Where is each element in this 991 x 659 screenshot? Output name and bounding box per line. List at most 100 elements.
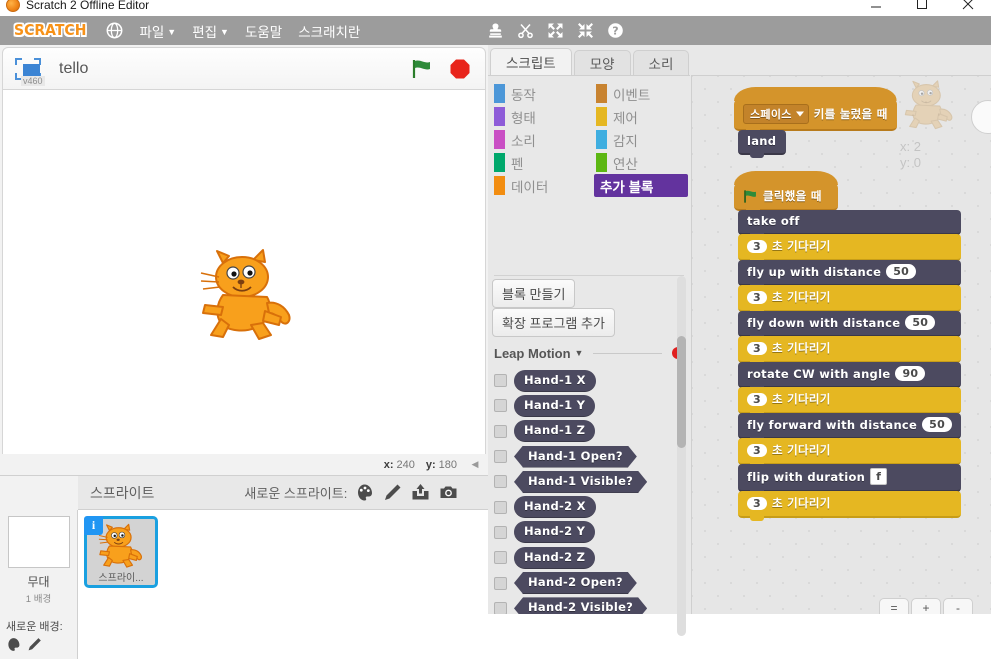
block-wait-5[interactable]: 3 초 기다리기 xyxy=(738,438,961,465)
maximize-button[interactable] xyxy=(899,0,945,16)
block-checkbox[interactable] xyxy=(494,602,507,614)
camera-sprite-icon[interactable] xyxy=(439,483,458,502)
choose-backdrop-icon[interactable] xyxy=(6,637,21,652)
palette-block[interactable]: Hand-2 Visible? xyxy=(514,597,647,614)
paint-backdrop-icon[interactable] xyxy=(27,637,42,652)
palette-block[interactable]: Hand-2 Open? xyxy=(514,572,637,594)
block-fly-forward[interactable]: fly forward with distance 50 xyxy=(738,413,961,439)
block-wait-3[interactable]: 3 초 기다리기 xyxy=(738,336,961,363)
category-motion[interactable]: 동작 xyxy=(492,82,594,105)
wait-duration-input[interactable]: 3 xyxy=(747,291,767,304)
category-operators[interactable]: 연산 xyxy=(594,151,688,174)
project-title[interactable]: tello xyxy=(59,60,88,78)
script-stack-1[interactable]: 스페이스 키를 눌렀을 때 land xyxy=(734,100,897,155)
shrink-icon[interactable] xyxy=(577,22,594,39)
zoom-reset-button[interactable]: = xyxy=(879,598,909,614)
palette-block[interactable]: Hand-1 X xyxy=(514,370,596,392)
block-checkbox[interactable] xyxy=(494,374,507,387)
grow-icon[interactable] xyxy=(547,22,564,39)
palette-block[interactable]: Hand-1 Open? xyxy=(514,446,637,468)
stamp-icon[interactable] xyxy=(487,22,504,39)
category-events[interactable]: 이벤트 xyxy=(594,82,688,105)
wait-duration-input[interactable]: 3 xyxy=(747,240,767,253)
upload-sprite-icon[interactable] xyxy=(411,483,430,502)
block-checkbox[interactable] xyxy=(494,577,507,590)
stage-size-icon[interactable]: v460 xyxy=(11,53,45,85)
sprite-item-selected[interactable]: i xyxy=(84,516,158,588)
category-sound[interactable]: 소리 xyxy=(492,128,594,151)
block-wait-4[interactable]: 3 초 기다리기 xyxy=(738,387,961,414)
close-button[interactable] xyxy=(945,0,991,16)
menu-edit[interactable]: 편집 ▼ xyxy=(192,21,229,41)
category-data[interactable]: 데이터 xyxy=(492,174,594,197)
block-checkbox[interactable] xyxy=(494,526,507,539)
make-block-button[interactable]: 블록 만들기 xyxy=(492,279,575,308)
palette-scrollbar[interactable] xyxy=(677,276,686,636)
category-pen[interactable]: 펜 xyxy=(492,151,594,174)
menu-file[interactable]: 파일 ▼ xyxy=(139,21,176,41)
wait-duration-input[interactable]: 3 xyxy=(747,342,767,355)
block-checkbox[interactable] xyxy=(494,501,507,514)
globe-icon[interactable] xyxy=(106,22,123,39)
block-checkbox[interactable] xyxy=(494,475,507,488)
key-dropdown[interactable]: 스페이스 xyxy=(743,104,809,124)
scissors-icon[interactable] xyxy=(517,22,534,39)
scripts-canvas[interactable]: x: 2 y: 0 스페이스 키를 눌렀을 때 land xyxy=(691,75,991,614)
palette-scrollbar-thumb[interactable] xyxy=(677,336,686,448)
palette-block[interactable]: Hand-2 X xyxy=(514,496,596,518)
block-take-off[interactable]: take off xyxy=(738,210,961,235)
question-mark-icon[interactable]: ? xyxy=(607,22,624,39)
block-checkbox[interactable] xyxy=(494,551,507,564)
rotate-angle-input[interactable]: 90 xyxy=(895,366,925,381)
category-more-blocks[interactable]: 추가 블록 xyxy=(594,174,688,197)
stage-canvas[interactable] xyxy=(2,90,486,454)
block-checkbox[interactable] xyxy=(494,425,507,438)
menu-help[interactable]: 도움말 xyxy=(245,21,282,41)
block-flip[interactable]: flip with duration f xyxy=(738,464,961,492)
category-control[interactable]: 제어 xyxy=(594,105,688,128)
stop-button[interactable] xyxy=(449,58,471,80)
block-wait-2[interactable]: 3 초 기다리기 xyxy=(738,285,961,312)
green-flag-button[interactable] xyxy=(411,58,433,80)
minimize-button[interactable] xyxy=(853,0,899,16)
script-stack-2[interactable]: 클릭했을 때 take off 3 초 기다리기 fly up with dis… xyxy=(734,184,961,518)
block-when-flag-clicked[interactable]: 클릭했을 때 xyxy=(734,183,838,211)
flip-duration-input[interactable]: f xyxy=(870,468,887,485)
palette-block[interactable]: Hand-1 Visible? xyxy=(514,471,647,493)
tab-sounds[interactable]: 소리 xyxy=(633,50,690,75)
palette-block[interactable]: Hand-1 Z xyxy=(514,420,595,442)
block-checkbox[interactable] xyxy=(494,399,507,412)
backpack-tab[interactable] xyxy=(971,100,991,134)
chevron-down-icon[interactable]: ▼ xyxy=(575,348,584,358)
tab-costumes[interactable]: 모양 xyxy=(574,50,631,75)
scratch-logo[interactable]: SCRATCH xyxy=(8,21,92,40)
fly-up-distance-input[interactable]: 50 xyxy=(886,264,916,279)
sprite-info-badge[interactable]: i xyxy=(84,516,103,535)
block-wait-1[interactable]: 3 초 기다리기 xyxy=(738,234,961,261)
category-looks[interactable]: 형태 xyxy=(492,105,594,128)
block-fly-up[interactable]: fly up with distance 50 xyxy=(738,260,961,286)
add-extension-button[interactable]: 확장 프로그램 추가 xyxy=(492,308,615,337)
wait-duration-input[interactable]: 3 xyxy=(747,393,767,406)
fly-forward-distance-input[interactable]: 50 xyxy=(922,417,952,432)
palette-block[interactable]: Hand-2 Z xyxy=(514,547,595,569)
palette-block[interactable]: Hand-1 Y xyxy=(514,395,595,417)
tab-scripts[interactable]: 스크립트 xyxy=(490,48,572,75)
block-fly-down[interactable]: fly down with distance 50 xyxy=(738,311,961,337)
block-checkbox[interactable] xyxy=(494,450,507,463)
stage-thumbnail[interactable] xyxy=(8,516,70,568)
category-sensing[interactable]: 감지 xyxy=(594,128,688,151)
stage-selector[interactable]: 무대 1 배경 새로운 배경: xyxy=(0,510,78,659)
block-land[interactable]: land xyxy=(738,130,786,155)
fly-down-distance-input[interactable]: 50 xyxy=(905,315,935,330)
zoom-in-button[interactable]: + xyxy=(911,598,941,614)
block-rotate-cw[interactable]: rotate CW with angle 90 xyxy=(738,362,961,388)
wait-duration-input[interactable]: 3 xyxy=(747,444,767,457)
block-wait-6[interactable]: 3 초 기다리기 xyxy=(738,491,961,518)
choose-sprite-icon[interactable] xyxy=(355,483,374,502)
collapse-left-icon[interactable]: ◀ xyxy=(468,458,482,472)
block-when-key-pressed[interactable]: 스페이스 키를 눌렀을 때 xyxy=(734,99,897,131)
wait-duration-input[interactable]: 3 xyxy=(747,497,767,510)
paint-sprite-icon[interactable] xyxy=(383,483,402,502)
stage-sprite-cat[interactable] xyxy=(193,245,301,345)
